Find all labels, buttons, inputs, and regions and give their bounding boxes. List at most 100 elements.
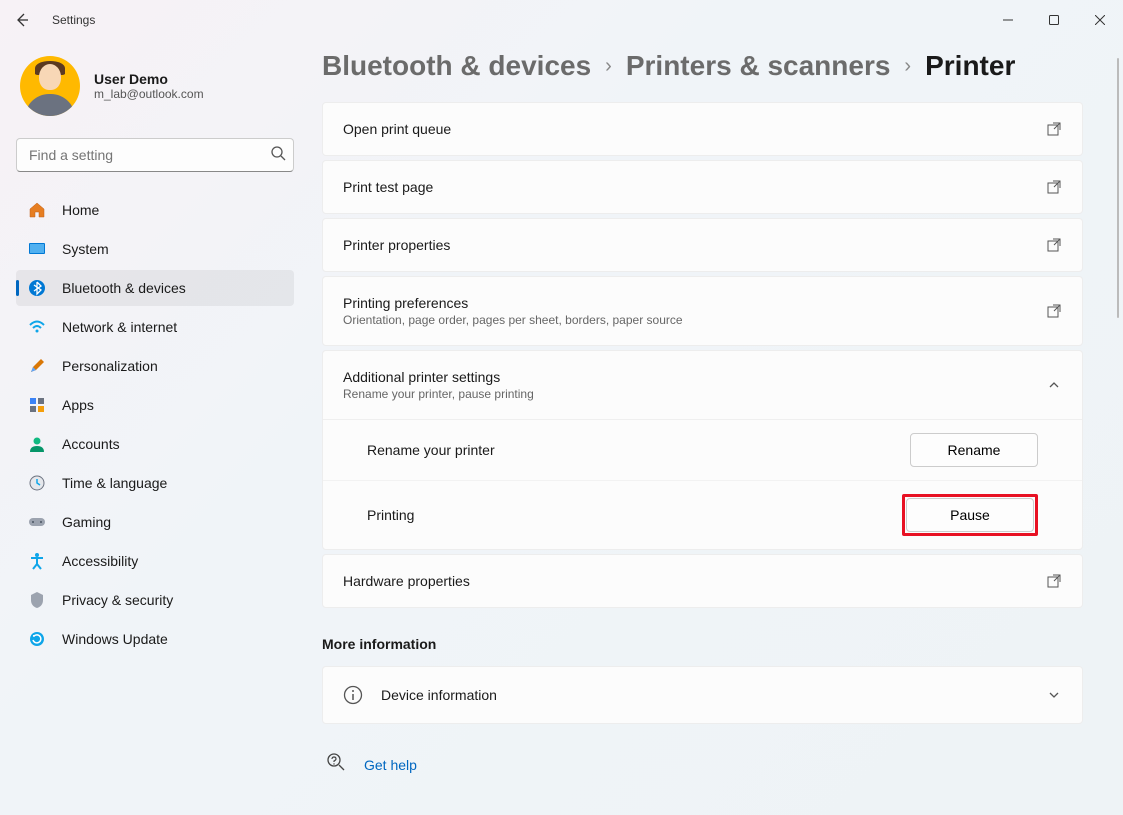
card-title: Additional printer settings [343,369,534,385]
printing-label: Printing [367,507,414,523]
nav-label: Accounts [62,436,120,452]
profile-email: m_lab@outlook.com [94,87,204,101]
nav-label: Windows Update [62,631,168,647]
card-printer-properties[interactable]: Printer properties [322,218,1083,272]
highlight-annotation: Pause [902,494,1038,536]
card-title: Printer properties [343,237,450,253]
help-text[interactable]: Get help [364,757,417,773]
nav-label: Home [62,202,99,218]
window-title: Settings [52,13,95,27]
nav-windows-update[interactable]: Windows Update [16,621,294,657]
more-information-heading: More information [322,636,1083,652]
profile-block[interactable]: User Demo m_lab@outlook.com [16,56,294,116]
back-button[interactable] [10,8,34,32]
scrollbar-indicator[interactable] [1117,58,1119,318]
card-open-print-queue[interactable]: Open print queue [322,102,1083,156]
home-icon [28,201,46,219]
nav-label: Privacy & security [62,592,173,608]
update-icon [28,630,46,648]
titlebar: Settings [0,0,1123,40]
card-device-information[interactable]: Device information [322,666,1083,724]
minimize-icon [1003,15,1013,25]
card-title: Open print queue [343,121,451,137]
card-print-test-page[interactable]: Print test page [322,160,1083,214]
shield-icon [28,591,46,609]
search-box [16,138,294,172]
wifi-icon [28,318,46,336]
nav-network[interactable]: Network & internet [16,309,294,345]
sidebar: User Demo m_lab@outlook.com Home System … [0,40,310,815]
content-area: Bluetooth & devices › Printers & scanner… [310,40,1123,815]
breadcrumb: Bluetooth & devices › Printers & scanner… [322,50,1083,82]
card-title: Hardware properties [343,573,470,589]
nav-accessibility[interactable]: Accessibility [16,543,294,579]
open-external-icon [1046,303,1062,319]
card-additional-settings: Additional printer settings Rename your … [322,350,1083,550]
arrow-left-icon [14,12,30,28]
accessibility-icon [28,552,46,570]
profile-name: User Demo [94,71,204,87]
apps-icon [28,396,46,414]
nav-personalization[interactable]: Personalization [16,348,294,384]
nav-home[interactable]: Home [16,192,294,228]
nav-label: Gaming [62,514,111,530]
open-external-icon [1046,573,1062,589]
chevron-right-icon: › [605,55,612,78]
chevron-down-icon [1046,687,1062,703]
nav-label: Apps [62,397,94,413]
card-title: Print test page [343,179,433,195]
open-external-icon [1046,179,1062,195]
minimize-button[interactable] [985,4,1031,36]
window-controls [985,4,1123,36]
nav-label: Network & internet [62,319,177,335]
pause-button[interactable]: Pause [906,498,1034,532]
rename-label: Rename your printer [367,442,495,458]
chevron-right-icon: › [904,55,911,78]
help-icon [326,752,346,777]
open-external-icon [1046,237,1062,253]
nav-bluetooth-devices[interactable]: Bluetooth & devices [16,270,294,306]
nav-gaming[interactable]: Gaming [16,504,294,540]
card-title: Printing preferences [343,295,683,311]
nav-accounts[interactable]: Accounts [16,426,294,462]
nav-apps[interactable]: Apps [16,387,294,423]
chevron-up-icon [1046,377,1062,393]
card-printing-preferences[interactable]: Printing preferences Orientation, page o… [322,276,1083,346]
nav-system[interactable]: System [16,231,294,267]
nav-label: Time & language [62,475,167,491]
card-hardware-properties[interactable]: Hardware properties [322,554,1083,608]
rename-button[interactable]: Rename [910,433,1038,467]
info-icon [343,685,363,705]
card-subtitle: Rename your printer, pause printing [343,387,534,401]
close-icon [1095,15,1105,25]
breadcrumb-printer: Printer [925,50,1015,82]
breadcrumb-printers[interactable]: Printers & scanners [626,50,891,82]
get-help-link[interactable]: Get help [322,752,1083,777]
close-button[interactable] [1077,4,1123,36]
additional-settings-body: Rename your printer Rename Printing Paus… [323,419,1082,549]
nav-label: Accessibility [62,553,138,569]
bluetooth-icon [28,279,46,297]
clock-icon [28,474,46,492]
nav-privacy[interactable]: Privacy & security [16,582,294,618]
search-icon[interactable] [270,145,286,166]
nav-time-language[interactable]: Time & language [16,465,294,501]
system-icon [28,240,46,258]
card-subtitle: Orientation, page order, pages per sheet… [343,313,683,327]
avatar [20,56,80,116]
brush-icon [28,357,46,375]
nav-label: Bluetooth & devices [62,280,186,296]
open-external-icon [1046,121,1062,137]
accounts-icon [28,435,46,453]
gaming-icon [28,513,46,531]
additional-settings-header[interactable]: Additional printer settings Rename your … [323,351,1082,419]
nav-label: System [62,241,109,257]
breadcrumb-bluetooth[interactable]: Bluetooth & devices [322,50,591,82]
maximize-icon [1049,15,1059,25]
maximize-button[interactable] [1031,4,1077,36]
nav-list: Home System Bluetooth & devices Network … [16,192,294,657]
nav-label: Personalization [62,358,158,374]
search-input[interactable] [16,138,294,172]
rename-printer-row: Rename your printer Rename [323,420,1082,480]
printing-row: Printing Pause [323,480,1082,549]
